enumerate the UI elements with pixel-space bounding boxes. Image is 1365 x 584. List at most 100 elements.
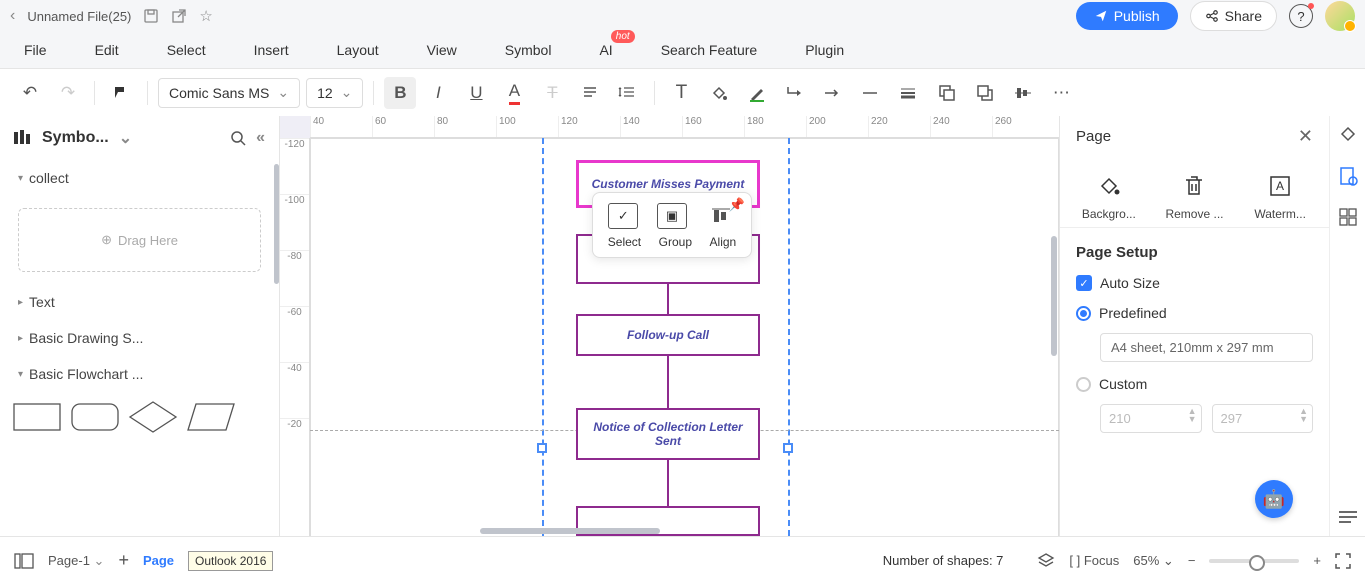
select-label: Select xyxy=(608,235,641,249)
assistant-fab[interactable]: 🤖 xyxy=(1255,480,1293,518)
canvas[interactable]: Customer Misses Payment Follow-up Call N… xyxy=(310,138,1059,536)
spinner-icon[interactable]: ▲▼ xyxy=(1299,407,1308,423)
add-page-button[interactable]: + xyxy=(118,550,129,571)
menu-insert[interactable]: Insert xyxy=(254,42,289,58)
layer-front-button[interactable] xyxy=(931,77,963,109)
font-color-button[interactable]: A xyxy=(498,77,530,109)
help-button[interactable]: ? xyxy=(1289,4,1313,28)
height-input[interactable]: 297▲▼ xyxy=(1212,404,1314,433)
background-button[interactable]: Backgro... xyxy=(1070,171,1148,221)
undo-button[interactable]: ↶ xyxy=(14,77,46,109)
close-icon[interactable]: ✕ xyxy=(1298,126,1313,147)
zoom-in-button[interactable]: + xyxy=(1313,553,1321,568)
zoom-slider[interactable] xyxy=(1209,559,1299,563)
outline-icon[interactable] xyxy=(14,553,34,569)
bold-button[interactable]: B xyxy=(384,77,416,109)
drag-here-zone[interactable]: ⊕ Drag Here xyxy=(18,208,261,272)
page-indicator: Page xyxy=(143,553,174,568)
connector-button[interactable] xyxy=(779,77,811,109)
connector[interactable] xyxy=(667,460,669,506)
redo-button[interactable]: ↷ xyxy=(52,77,84,109)
width-input[interactable]: 210▲▼ xyxy=(1100,404,1202,433)
line-weight-button[interactable] xyxy=(893,77,925,109)
shape-rounded[interactable] xyxy=(70,400,120,434)
watermark-button[interactable]: A Waterm... xyxy=(1241,171,1319,221)
scrollbar-vertical[interactable] xyxy=(1051,236,1057,356)
star-icon[interactable]: ☆ xyxy=(199,7,212,25)
custom-radio[interactable]: Custom xyxy=(1076,376,1313,392)
more-button[interactable]: ⋯ xyxy=(1045,77,1077,109)
auto-size-checkbox[interactable]: ✓ Auto Size xyxy=(1076,275,1313,291)
line-style-button[interactable] xyxy=(855,77,887,109)
save-icon[interactable] xyxy=(143,8,159,24)
back-icon[interactable]: ‹ xyxy=(10,7,15,25)
line-color-button[interactable] xyxy=(741,77,773,109)
arrow-style-button[interactable] xyxy=(817,77,849,109)
predefined-radio[interactable]: Predefined xyxy=(1076,305,1313,321)
grid-tab-icon[interactable] xyxy=(1339,208,1357,226)
selection-handle[interactable] xyxy=(783,443,793,453)
shape-parallelogram[interactable] xyxy=(186,400,236,434)
paper-size-select[interactable]: A4 sheet, 210mm x 297 mm xyxy=(1100,333,1313,362)
scrollbar-thumb[interactable] xyxy=(274,164,279,284)
font-select[interactable]: Comic Sans MS⌄ xyxy=(158,78,300,108)
align-objects-button[interactable] xyxy=(1007,77,1039,109)
menu-edit[interactable]: Edit xyxy=(95,42,119,58)
menu-search-feature[interactable]: Search Feature xyxy=(661,42,758,58)
selection-handle[interactable] xyxy=(537,443,547,453)
fullscreen-icon[interactable] xyxy=(1335,553,1351,569)
select-button[interactable]: ✓ xyxy=(608,203,638,229)
line-spacing-button[interactable] xyxy=(612,77,644,109)
text-tool-button[interactable]: T xyxy=(665,77,697,109)
style-tab-icon[interactable] xyxy=(1338,124,1358,144)
flowchart-node[interactable]: Follow-up Call xyxy=(576,314,760,356)
publish-label: Publish xyxy=(1114,8,1160,24)
scrollbar-horizontal[interactable] xyxy=(480,528,660,534)
menu-plugin[interactable]: Plugin xyxy=(805,42,844,58)
category-basic-flowchart[interactable]: ▾Basic Flowchart ... xyxy=(0,356,279,392)
group-button[interactable]: ▣ xyxy=(657,203,687,229)
library-icon[interactable] xyxy=(14,130,32,146)
expand-icon[interactable]: ⌄ xyxy=(119,128,132,148)
layers-icon[interactable] xyxy=(1037,552,1055,570)
menu-file[interactable]: File xyxy=(24,42,47,58)
category-collect[interactable]: ▾collect xyxy=(0,160,279,196)
menu-layout[interactable]: Layout xyxy=(337,42,379,58)
menu-symbol[interactable]: Symbol xyxy=(505,42,552,58)
connector[interactable] xyxy=(667,284,669,314)
size-select[interactable]: 12⌄ xyxy=(306,78,363,108)
category-text[interactable]: ▸Text xyxy=(0,284,279,320)
align-button[interactable] xyxy=(574,77,606,109)
format-painter-icon[interactable] xyxy=(105,77,137,109)
export-icon[interactable] xyxy=(171,8,187,24)
shape-rect[interactable] xyxy=(12,400,62,434)
menu-view[interactable]: View xyxy=(427,42,457,58)
fill-button[interactable] xyxy=(703,77,735,109)
file-name: Unnamed File(25) xyxy=(27,9,131,24)
italic-button[interactable]: I xyxy=(422,77,454,109)
remove-button[interactable]: Remove ... xyxy=(1155,171,1233,221)
floating-toolbar: 📌 ✓ ▣ Select Group Align xyxy=(592,192,752,258)
menu-ai[interactable]: AIhot xyxy=(599,42,612,58)
zoom-out-button[interactable]: − xyxy=(1188,553,1196,568)
flowchart-node[interactable]: Notice of Collection Letter Sent xyxy=(576,408,760,460)
focus-button[interactable]: [ ] Focus xyxy=(1069,553,1119,568)
strikethrough-button[interactable]: T xyxy=(536,77,568,109)
menu-select[interactable]: Select xyxy=(167,42,206,58)
connector[interactable] xyxy=(667,356,669,408)
page-tab[interactable]: Page-1 ⌄ xyxy=(48,553,104,569)
collapse-icon[interactable]: « xyxy=(256,129,265,147)
avatar[interactable] xyxy=(1325,1,1355,31)
publish-button[interactable]: Publish xyxy=(1076,2,1178,30)
page-tab-icon[interactable] xyxy=(1338,166,1358,186)
list-tab-icon[interactable] xyxy=(1339,510,1357,524)
share-button[interactable]: Share xyxy=(1190,1,1277,31)
shape-diamond[interactable] xyxy=(128,400,178,434)
underline-button[interactable]: U xyxy=(460,77,492,109)
pin-icon[interactable]: 📌 xyxy=(729,197,745,213)
category-basic-drawing[interactable]: ▸Basic Drawing S... xyxy=(0,320,279,356)
spinner-icon[interactable]: ▲▼ xyxy=(1188,407,1197,423)
zoom-level[interactable]: 65% ⌄ xyxy=(1133,553,1174,569)
layer-back-button[interactable] xyxy=(969,77,1001,109)
search-icon[interactable] xyxy=(230,130,246,146)
